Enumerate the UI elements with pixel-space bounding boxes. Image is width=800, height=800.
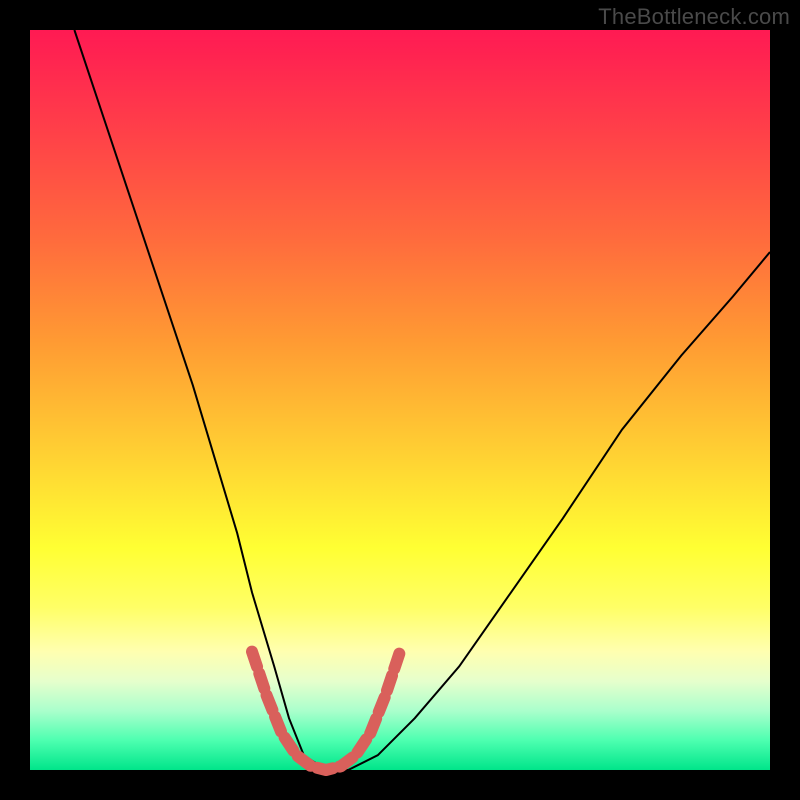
curve-layer bbox=[30, 30, 770, 770]
bottleneck-curve bbox=[74, 30, 770, 770]
plot-area bbox=[30, 30, 770, 770]
chart-frame: TheBottleneck.com bbox=[0, 0, 800, 800]
watermark-text: TheBottleneck.com bbox=[598, 4, 790, 30]
